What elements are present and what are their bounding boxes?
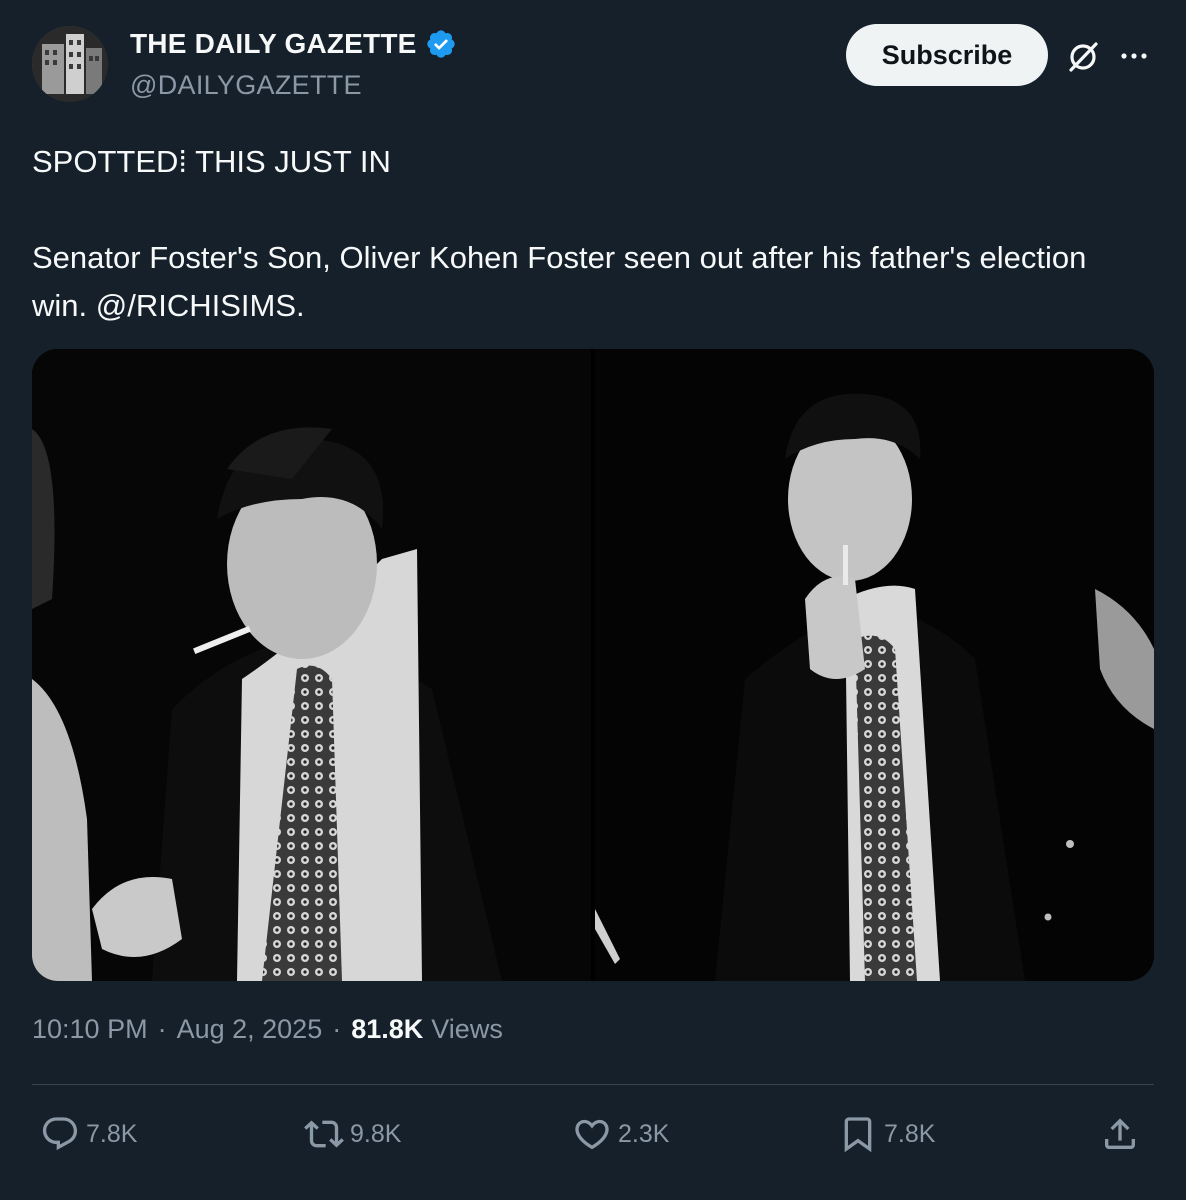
tweet-photo-1[interactable] — [32, 349, 591, 981]
media-grid — [32, 349, 1154, 981]
repost-count: 9.8K — [350, 1119, 402, 1148]
reply-button[interactable]: 7.8K — [40, 1106, 137, 1162]
handle[interactable]: @DAILYGAZETTE — [130, 70, 362, 101]
tweet-text-line-1: SPOTTED⁞ THIS JUST IN — [32, 144, 391, 179]
tweet-photo-2[interactable] — [595, 349, 1154, 981]
bookmark-icon — [844, 1117, 872, 1153]
reply-count: 7.8K — [86, 1119, 138, 1148]
like-button[interactable]: 2.3K — [572, 1106, 669, 1162]
tweet-time[interactable]: 10:10 PM — [32, 1014, 148, 1045]
divider — [32, 1084, 1154, 1085]
tweet-text-line-2: Senator Foster's Son, Oliver Kohen Foste… — [32, 240, 1087, 323]
tweet-text: SPOTTED⁞ THIS JUST IN Senator Foster's S… — [32, 138, 1142, 330]
heart-icon — [575, 1119, 609, 1150]
separator-dot: · — [332, 1014, 342, 1044]
bookmark-button[interactable]: 7.8K — [838, 1106, 935, 1162]
tweet-date[interactable]: Aug 2, 2025 — [177, 1014, 323, 1045]
repost-icon — [304, 1120, 344, 1148]
avatar[interactable] — [32, 26, 108, 102]
tweet-header: THE DAILY GAZETTE @DAILYGAZETTE Subscrib… — [32, 24, 1154, 104]
share-button[interactable] — [1100, 1106, 1146, 1162]
repost-button[interactable]: 9.8K — [304, 1106, 401, 1162]
bookmark-count: 7.8K — [884, 1119, 936, 1148]
separator-dot: · — [157, 1014, 167, 1044]
action-bar: 7.8K 9.8K 2.3K 7.8K — [32, 1106, 1154, 1162]
display-name[interactable]: THE DAILY GAZETTE — [130, 28, 417, 60]
like-count: 2.3K — [618, 1119, 670, 1148]
more-options-icon[interactable] — [1118, 42, 1150, 70]
photo-icon — [595, 349, 1154, 981]
name-row: THE DAILY GAZETTE — [130, 28, 457, 60]
views-label[interactable]: Views — [431, 1014, 503, 1045]
views-count[interactable]: 81.8K — [351, 1014, 423, 1045]
reply-icon — [42, 1117, 78, 1151]
photo-icon — [32, 349, 591, 981]
subscribe-button[interactable]: Subscribe — [846, 24, 1048, 86]
tweet-meta: 10:10 PM · Aug 2, 2025 · 81.8K Views — [32, 1014, 503, 1045]
grok-icon[interactable] — [1066, 40, 1100, 74]
verified-badge-icon[interactable] — [425, 28, 457, 60]
avatar-image — [32, 26, 108, 102]
share-icon — [1105, 1118, 1135, 1149]
